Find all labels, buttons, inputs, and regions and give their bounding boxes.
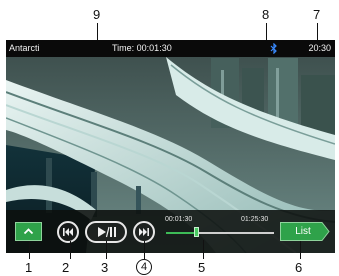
total-time: 01:25:30 bbox=[241, 216, 269, 223]
clock: 20:30 bbox=[308, 43, 331, 53]
skip-previous-icon bbox=[63, 228, 73, 236]
skip-next-icon bbox=[139, 228, 149, 236]
control-bar: 00:01:30 01:25:30 List bbox=[6, 210, 335, 253]
manual-figure: 9 8 7 Antarcti Time: 00:01:30 20:30 00:0… bbox=[0, 0, 339, 276]
next-track-button[interactable] bbox=[133, 221, 155, 243]
play-pause-button[interactable] bbox=[85, 221, 127, 243]
callout-3: 3 bbox=[101, 260, 109, 275]
chevron-up-icon bbox=[23, 228, 34, 235]
track-title: Antarcti bbox=[9, 43, 40, 53]
callout-5: 5 bbox=[198, 260, 206, 275]
callout-6: 6 bbox=[295, 260, 303, 275]
menu-up-button[interactable] bbox=[15, 222, 42, 241]
list-button-label: List bbox=[295, 226, 311, 237]
callout-4: 4 bbox=[136, 259, 152, 275]
callout-4-leader bbox=[144, 241, 145, 259]
progress-fill bbox=[166, 232, 196, 234]
elapsed-time: 00:01:30 bbox=[165, 216, 193, 223]
list-button[interactable]: List bbox=[280, 222, 330, 241]
callout-3-leader bbox=[106, 241, 107, 259]
callout-1: 1 bbox=[25, 260, 33, 275]
callout-6-leader bbox=[300, 241, 301, 259]
callout-8: 8 bbox=[262, 7, 270, 22]
callout-2: 2 bbox=[62, 260, 70, 275]
callout-2-leader bbox=[70, 241, 71, 259]
video-player-screen[interactable]: Antarcti Time: 00:01:30 20:30 00:01:30 0… bbox=[6, 40, 335, 253]
callout-5-leader bbox=[203, 240, 204, 259]
progress-bar[interactable] bbox=[166, 227, 274, 237]
callout-7: 7 bbox=[313, 7, 321, 22]
playback-time: Time: 00:01:30 bbox=[112, 43, 172, 53]
play-pause-icon bbox=[98, 226, 116, 238]
callout-9: 9 bbox=[93, 7, 101, 22]
callout-1-leader bbox=[29, 241, 30, 259]
previous-track-button[interactable] bbox=[57, 221, 79, 243]
progress-handle[interactable] bbox=[194, 227, 199, 237]
status-bar: Antarcti Time: 00:01:30 20:30 bbox=[6, 40, 335, 57]
bluetooth-icon bbox=[270, 43, 277, 54]
